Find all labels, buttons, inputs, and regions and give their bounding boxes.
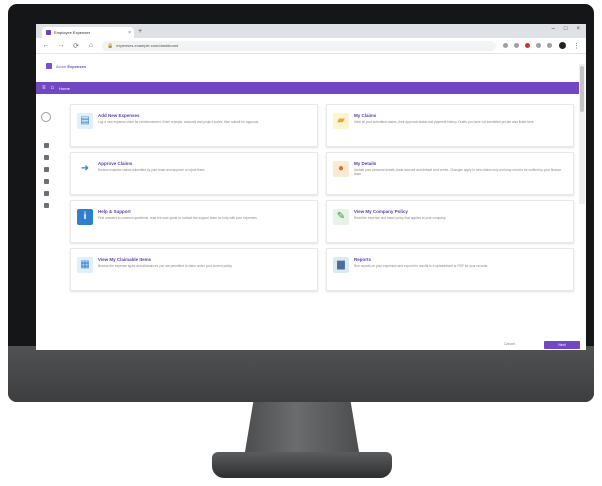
tile-help-support[interactable]: i Help & Support Find answers to common q…: [70, 200, 318, 243]
extension-icon[interactable]: [503, 43, 508, 48]
tile-title: View My Company Policy: [354, 209, 408, 214]
summary-icon: ▦: [77, 257, 93, 273]
new-tab-button[interactable]: +: [138, 27, 142, 36]
person-icon: ●: [333, 161, 349, 177]
extension-icon[interactable]: [547, 43, 552, 48]
app-header: Acme Expenses: [36, 54, 586, 78]
monitor-screen: Employee Expenses × + – □ × ← → ⟳ ⌂ 🔒 ex…: [36, 24, 586, 350]
tile-claimable-items[interactable]: ▦ View My Claimable Items Browse the expe…: [70, 248, 318, 291]
window-controls: – □ ×: [552, 26, 580, 32]
forward-icon[interactable]: →: [57, 42, 65, 49]
arrow-icon: ➜: [80, 163, 90, 174]
lock-icon: 🔒: [107, 42, 114, 49]
address-bar[interactable]: 🔒 expenses.example.com/dashboard: [102, 40, 496, 51]
profile-avatar[interactable]: [559, 42, 566, 49]
side-rail: [39, 112, 53, 232]
tile-reports[interactable]: ▆ Reports Run reports on your expenses an…: [326, 248, 574, 291]
rail-help-icon[interactable]: [43, 203, 49, 208]
claim-form-icon: ▤: [77, 113, 93, 129]
app-logo-icon[interactable]: [46, 63, 52, 69]
address-bar-url: expenses.example.com/dashboard: [116, 43, 179, 48]
extension-icon[interactable]: [525, 43, 530, 48]
tile-description: Review expense claims submitted by your …: [98, 168, 206, 172]
tile-title: View My Claimable Items: [98, 257, 152, 262]
folder-icon: ▰: [333, 113, 349, 129]
app-name: Acme Expenses: [56, 64, 86, 69]
tile-description: View all your submitted claims, their ap…: [354, 120, 535, 124]
home-icon[interactable]: ⌂: [87, 42, 95, 49]
extension-icon[interactable]: [514, 43, 519, 48]
report-icon: ▆: [333, 257, 349, 273]
reload-icon[interactable]: ⟳: [72, 42, 80, 50]
tile-add-new-expenses[interactable]: ▤ Add New Expenses Log a new expense clai…: [70, 104, 318, 147]
navigation-bar: ≡ ⌂ Home: [36, 82, 579, 94]
tile-title: Add New Expenses: [98, 113, 140, 118]
tile-description: Update your personal details, bank accou…: [354, 168, 562, 177]
browser-menu-icon[interactable]: ⋮: [573, 42, 580, 50]
rail-home-icon[interactable]: [43, 143, 49, 148]
tile-company-policy[interactable]: ✎ View My Company Policy Read the expense…: [326, 200, 574, 243]
policy-document-icon: ✎: [333, 209, 349, 225]
tile-title: My Claims: [354, 113, 377, 118]
browser-tab[interactable]: Employee Expenses ×: [42, 27, 134, 38]
tile-description: Find answers to common questions, read t…: [98, 216, 258, 220]
rail-search-icon[interactable]: [43, 155, 49, 160]
footer-actions: Cancel Next: [36, 340, 586, 350]
tile-approve-claims[interactable]: ➜ Approve Claims Review expense claims su…: [70, 152, 318, 195]
monitor-stand-neck: [244, 402, 360, 458]
close-window-icon[interactable]: ×: [576, 26, 580, 32]
tile-my-details[interactable]: ● My Details Update your personal details…: [326, 152, 574, 195]
favicon-icon: [46, 30, 51, 35]
next-button[interactable]: Next: [544, 341, 580, 349]
tile-description: Read the expense and travel policy that …: [354, 216, 447, 220]
tile-title: Reports: [354, 257, 372, 262]
maximize-icon[interactable]: □: [564, 26, 568, 32]
cancel-link[interactable]: Cancel: [504, 342, 515, 346]
back-icon[interactable]: ←: [42, 42, 50, 49]
tile-title: My Details: [354, 161, 377, 166]
minimize-icon[interactable]: –: [552, 26, 555, 32]
home-nav-icon[interactable]: ⌂: [51, 85, 55, 91]
tile-title: Approve Claims: [98, 161, 133, 166]
tile-description: Browse the expense types and allowances …: [98, 264, 233, 268]
browser-toolbar: ← → ⟳ ⌂ 🔒 expenses.example.com/dashboard…: [36, 38, 586, 54]
page-scrollbar[interactable]: [579, 64, 585, 204]
rail-settings-icon[interactable]: [43, 191, 49, 196]
tile-title: Help & Support: [98, 209, 131, 214]
scrollbar-thumb[interactable]: [580, 66, 584, 112]
tab-close-icon[interactable]: ×: [128, 30, 131, 36]
browser-tab-strip: Employee Expenses × + – □ ×: [36, 24, 586, 38]
monitor-chin: [8, 346, 594, 402]
breadcrumb[interactable]: Home: [59, 86, 70, 91]
monitor-stand-base: [212, 452, 392, 478]
tile-description: Log a new expense claim for reimbursemen…: [98, 120, 260, 124]
tile-my-claims[interactable]: ▰ My Claims View all your submitted claim…: [326, 104, 574, 147]
extension-icons: [503, 43, 552, 48]
app-name-prefix: Acme: [56, 63, 67, 69]
dashboard-tiles: ▤ Add New Expenses Log a new expense clai…: [70, 104, 574, 291]
app-name-bold: Expenses: [67, 63, 87, 69]
tile-description: Run reports on your expenses and export …: [354, 264, 488, 268]
browser-tab-title: Employee Expenses: [54, 30, 91, 35]
rail-calendar-icon[interactable]: [43, 179, 49, 184]
user-avatar-icon[interactable]: [41, 112, 51, 122]
rail-location-icon[interactable]: [43, 167, 49, 172]
info-icon: i: [77, 209, 93, 225]
hamburger-menu-icon[interactable]: ≡: [42, 85, 46, 91]
extension-icon[interactable]: [536, 43, 541, 48]
